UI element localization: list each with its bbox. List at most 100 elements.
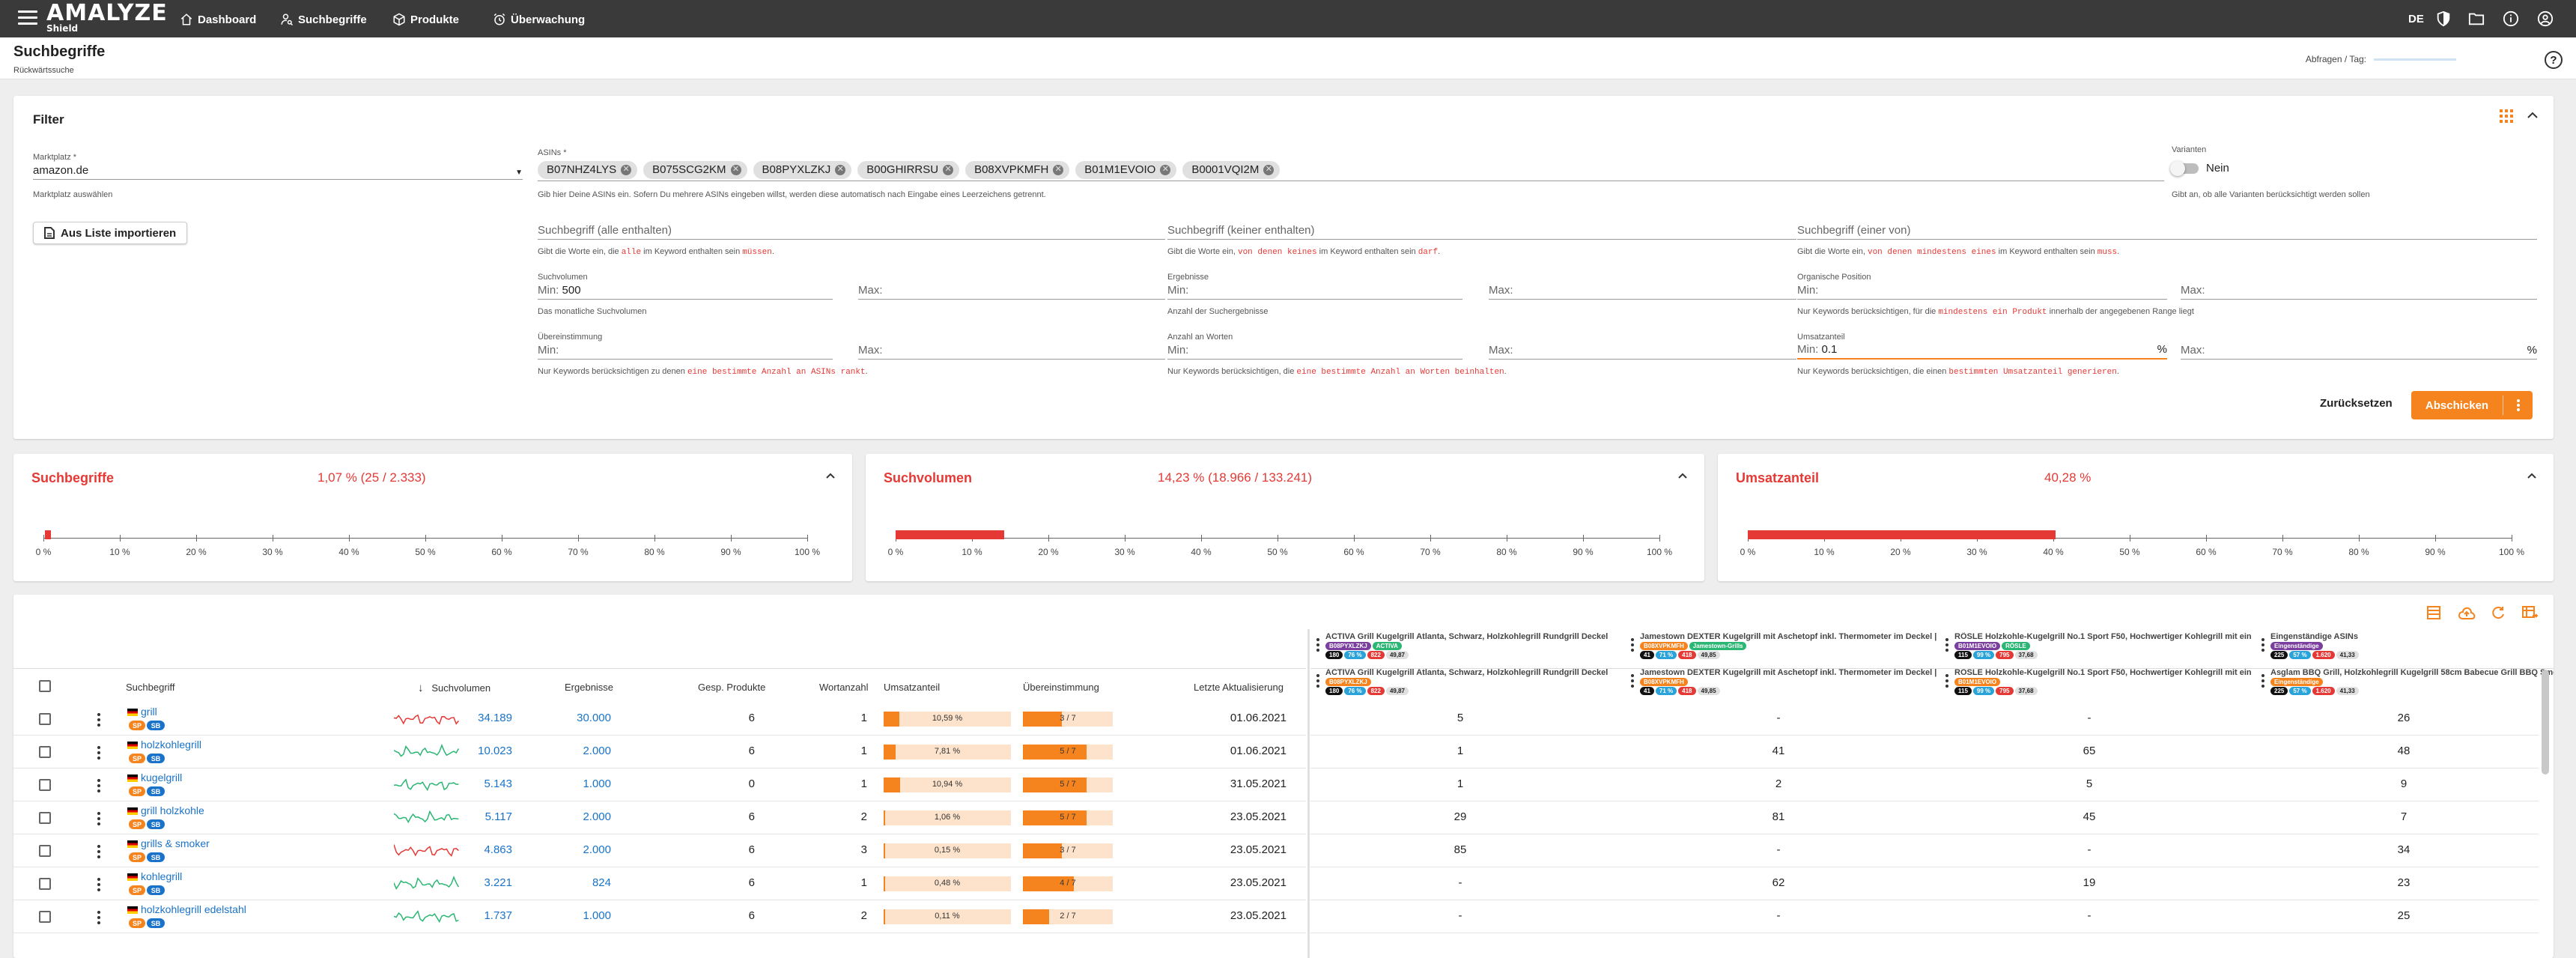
table-row[interactable]: kohlegrill SP SB 3.221 824 6 1 0,48 % 4 / 7 23.05…: [13, 867, 1306, 900]
remove-chip-icon[interactable]: ✕: [943, 164, 954, 175]
table-row[interactable]: grills & smoker SP SB 4.863 2.000 6 3 0,15 % 3 /…: [13, 834, 1306, 867]
results-value[interactable]: 1.000: [553, 777, 611, 790]
collapse-chevron-icon[interactable]: [2527, 470, 2537, 481]
hamburger-menu-icon[interactable]: [18, 10, 37, 25]
keyword-link[interactable]: grill: [127, 706, 157, 718]
column-menu-icon[interactable]: [1945, 638, 1948, 654]
results-value[interactable]: 2.000: [553, 745, 611, 757]
remove-chip-icon[interactable]: ✕: [621, 164, 632, 175]
row-checkbox[interactable]: [39, 911, 51, 923]
asin-chip[interactable]: B08PYXLZKJ ✕: [753, 160, 852, 179]
remove-chip-icon[interactable]: ✕: [1053, 164, 1064, 175]
row-checkbox[interactable]: [39, 812, 51, 824]
column-menu-icon[interactable]: [1316, 638, 1319, 654]
table-row[interactable]: holzkohlegrill edelstahl SP SB 1.737 1.000 6 2…: [13, 900, 1306, 933]
results-value[interactable]: 824: [553, 876, 611, 889]
match-min-input[interactable]: Min:: [538, 342, 833, 360]
volume-value[interactable]: 5.143: [461, 777, 512, 790]
remove-chip-icon[interactable]: ✕: [835, 164, 846, 175]
row-checkbox[interactable]: [39, 878, 51, 890]
language-switch[interactable]: DE: [2408, 10, 2424, 28]
organic-max-input[interactable]: Max:: [2181, 282, 2537, 300]
row-checkbox[interactable]: [39, 779, 51, 791]
more-options-icon[interactable]: [2503, 399, 2533, 411]
col-volume-header[interactable]: ↓ Suchvolumen: [418, 682, 490, 694]
refresh-icon[interactable]: [2491, 605, 2507, 622]
words-min-input[interactable]: Min:: [1167, 342, 1462, 360]
asin-column-header[interactable]: ACTIVA Grill Kugelgrill Atlanta, Schwarz…: [1325, 668, 1625, 695]
row-checkbox[interactable]: [39, 845, 51, 857]
column-menu-icon[interactable]: [2261, 674, 2264, 690]
row-menu-icon[interactable]: [97, 713, 100, 729]
account-icon[interactable]: [2537, 10, 2554, 28]
collapse-chevron-icon[interactable]: [2527, 109, 2539, 121]
asin-column-header[interactable]: RÖSLE Holzkohle-Kugelgrill No.1 Sport F5…: [1954, 632, 2254, 659]
organic-min-input[interactable]: Min:: [1797, 282, 2167, 300]
col-results-header[interactable]: Ergebnisse: [565, 682, 613, 693]
results-max-input[interactable]: Max:: [1489, 282, 1796, 300]
column-menu-icon[interactable]: [2261, 638, 2264, 654]
remove-chip-icon[interactable]: ✕: [1263, 164, 1275, 175]
volume-value[interactable]: 1.737: [461, 909, 512, 922]
shield-icon[interactable]: [2435, 10, 2452, 28]
asin-chip[interactable]: B00GHIRRSU ✕: [857, 160, 960, 179]
col-keyword-header[interactable]: Suchbegriff: [126, 682, 175, 693]
select-all-checkbox[interactable]: [39, 680, 51, 692]
row-menu-icon[interactable]: [97, 812, 100, 828]
asin-column-header[interactable]: Asglam BBQ Grill, Holzkohlegrill Kugelgr…: [2270, 668, 2554, 695]
revenue-max-input[interactable]: Max:%: [2181, 342, 2537, 360]
asin-column-header[interactable]: ACTIVA Grill Kugelgrill Atlanta, Schwarz…: [1325, 632, 1625, 659]
volume-value[interactable]: 5.117: [461, 810, 512, 823]
asin-column-header[interactable]: Jamestown DEXTER Kugelgrill mit Aschetop…: [1640, 632, 1939, 659]
col-match-header[interactable]: Übereinstimmung: [1023, 682, 1099, 693]
reset-button[interactable]: Zurücksetzen: [2320, 397, 2393, 410]
toggle-track[interactable]: [2170, 160, 2199, 176]
volume-value[interactable]: 3.221: [461, 876, 512, 889]
row-menu-icon[interactable]: [97, 878, 100, 894]
col-products-header[interactable]: Gesp. Produkte: [698, 682, 765, 693]
table-row[interactable]: grill SP SB 34.189 30.000 6 1 10,59 % 3 / 7 01.06…: [13, 703, 1306, 736]
words-max-input[interactable]: Max:: [1489, 342, 1796, 360]
help-icon[interactable]: ?: [2545, 51, 2563, 69]
keyword-link[interactable]: holzkohlegrill edelstahl: [127, 903, 246, 915]
asin-chip[interactable]: B0001VQI2M ✕: [1182, 160, 1281, 179]
table-row[interactable]: holzkohlegrill SP SB 10.023 2.000 6 1 7,81 % 5 /…: [13, 736, 1306, 768]
grid-icon[interactable]: [2500, 109, 2513, 123]
results-value[interactable]: 30.000: [553, 712, 611, 724]
row-menu-icon[interactable]: [97, 779, 100, 795]
keyword-link[interactable]: grill holzkohle: [127, 804, 204, 816]
collapse-chevron-icon[interactable]: [825, 470, 836, 481]
revenue-min-input[interactable]: Min: 0.1%: [1797, 342, 2167, 360]
asin-chip[interactable]: B075SCG2KM ✕: [643, 160, 747, 179]
info-icon[interactable]: [2503, 10, 2519, 28]
keyword-none-input[interactable]: Suchbegriff (keiner enthalten): [1167, 222, 1796, 240]
volume-value[interactable]: 10.023: [461, 745, 512, 757]
keyword-all-input[interactable]: Suchbegriff (alle enthalten): [538, 222, 1165, 240]
table-row[interactable]: grill holzkohle SP SB 5.117 2.000 6 2 1,06 % 5 /…: [13, 801, 1306, 834]
row-checkbox[interactable]: [39, 713, 51, 725]
keyword-link[interactable]: holzkohlegrill: [127, 739, 201, 751]
keyword-link[interactable]: grills & smoker: [127, 837, 210, 849]
variants-toggle[interactable]: Nein: [2170, 160, 2229, 176]
table-row[interactable]: kugelgrill SP SB 5.143 1.000 0 1 10,94 % 5 / 7 31…: [13, 768, 1306, 801]
column-menu-icon[interactable]: [1631, 674, 1634, 690]
collapse-chevron-icon[interactable]: [1677, 470, 1688, 481]
row-menu-icon[interactable]: [97, 746, 100, 762]
volume-value[interactable]: 4.863: [461, 843, 512, 856]
nav-dashboard[interactable]: Dashboard: [180, 10, 256, 28]
column-menu-icon[interactable]: [1316, 674, 1319, 690]
folder-icon[interactable]: [2468, 10, 2485, 28]
column-menu-icon[interactable]: [1945, 674, 1948, 690]
row-checkbox[interactable]: [39, 746, 51, 758]
submit-button[interactable]: Abschicken: [2411, 399, 2503, 412]
cloud-upload-icon[interactable]: [2458, 605, 2476, 622]
vertical-scrollbar[interactable]: [2542, 670, 2549, 774]
marketplace-select[interactable]: amazon.de ▼: [33, 162, 523, 180]
export-table-icon[interactable]: [2522, 605, 2539, 622]
results-value[interactable]: 1.000: [553, 909, 611, 922]
asins-input[interactable]: B07NHZ4LYS ✕ B075SCG2KM ✕ B08PYXLZKJ ✕ B00G…: [538, 159, 2164, 181]
row-menu-icon[interactable]: [97, 911, 100, 927]
keyword-one-input[interactable]: Suchbegriff (einer von): [1797, 222, 2537, 240]
volume-value[interactable]: 34.189: [461, 712, 512, 724]
results-min-input[interactable]: Min:: [1167, 282, 1462, 300]
